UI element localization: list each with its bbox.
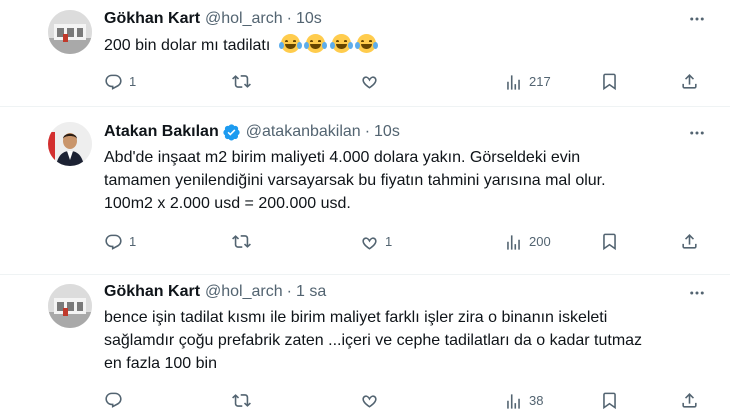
timestamp[interactable]: 10s [296, 9, 322, 29]
tweet-header: Atakan Bakılan @atakanbakilan · 10s [104, 122, 400, 142]
avatar[interactable] [48, 10, 92, 54]
retweet-button[interactable] [232, 232, 257, 251]
reply-button[interactable]: 1 [104, 232, 136, 252]
more-icon[interactable] [688, 284, 706, 302]
reply-button[interactable] [104, 391, 129, 410]
heart-icon [362, 76, 377, 89]
tweet[interactable]: Gökhan Kart @hol_arch · 10s 200 bin dola… [0, 0, 730, 106]
retweet-icon [232, 75, 251, 88]
display-name[interactable]: Gökhan Kart [104, 282, 200, 302]
more-icon[interactable] [688, 10, 706, 28]
face-with-tears-of-joy-icon [355, 34, 379, 53]
bookmark-icon [603, 73, 616, 91]
separator-dot: · [286, 10, 292, 27]
tweet-text: bence işin tadilat kısmı ile birim maliy… [104, 306, 642, 375]
views-count: 200 [529, 234, 551, 249]
views-icon [507, 393, 520, 409]
share-icon [682, 74, 697, 89]
bookmark-button[interactable] [600, 391, 619, 410]
retweet-icon [232, 235, 251, 248]
avatar[interactable] [48, 284, 92, 328]
views-button[interactable]: 217 [504, 72, 551, 92]
reply-count: 1 [129, 74, 137, 89]
user-handle[interactable]: @hol_arch [205, 282, 283, 302]
retweet-icon [232, 394, 251, 407]
share-icon [682, 393, 697, 408]
user-handle[interactable]: @hol_arch [205, 9, 283, 29]
views-icon [507, 74, 520, 90]
views-count: 217 [529, 74, 551, 89]
share-button[interactable] [680, 232, 699, 251]
heart-icon [362, 236, 377, 250]
share-button[interactable] [680, 72, 699, 91]
tweet-text-line: sağlamdır çoğu prefabrik zaten ...içeri … [104, 332, 643, 349]
tweet-actions: 1 1 200 [104, 232, 704, 252]
face-with-tears-of-joy-icon [329, 34, 353, 53]
like-button[interactable]: 1 [360, 232, 392, 252]
retweet-button[interactable] [232, 72, 257, 91]
views-count: 38 [529, 393, 544, 408]
reply-icon [105, 234, 122, 250]
tweet-header: Gökhan Kart @hol_arch · 10s [104, 9, 322, 29]
views-button[interactable]: 38 [504, 391, 543, 411]
tweet-text-line: en fazla 100 bin [104, 355, 217, 372]
display-name[interactable]: Atakan Bakılan [104, 122, 219, 142]
reply-button[interactable]: 1 [104, 72, 136, 92]
avatar[interactable] [48, 122, 92, 166]
share-button[interactable] [680, 391, 699, 410]
verified-badge-icon[interactable] [222, 123, 241, 142]
face-with-tears-of-joy-icon [278, 34, 302, 53]
tweet-text-line: 200 bin dolar mı tadilatı [104, 37, 271, 54]
user-handle[interactable]: @atakanbakilan [246, 122, 361, 142]
like-button[interactable] [360, 72, 385, 91]
reply-icon [105, 392, 122, 408]
bookmark-icon [603, 392, 616, 410]
tweet[interactable]: Atakan Bakılan @atakanbakilan · 10s Abd'… [0, 106, 730, 274]
tweet[interactable]: Gökhan Kart @hol_arch · 1 sa bence işin … [0, 274, 730, 420]
bookmark-button[interactable] [600, 232, 619, 251]
share-icon [682, 234, 697, 249]
views-button[interactable]: 200 [504, 232, 551, 252]
display-name[interactable]: Gökhan Kart [104, 9, 200, 29]
heart-icon [362, 395, 377, 408]
separator-dot: · [364, 123, 371, 140]
tweet-header: Gökhan Kart @hol_arch · 1 sa [104, 282, 326, 302]
retweet-button[interactable] [232, 391, 257, 410]
like-count: 1 [385, 234, 393, 249]
more-icon[interactable] [688, 124, 706, 142]
face-with-tears-of-joy-icon [304, 34, 328, 53]
separator-dot: · [286, 283, 292, 300]
tweet-text-line: 100m2 x 2.000 usd = 200.000 usd. [104, 195, 351, 212]
tweet-text-line: Abd'de inşaat m2 birim maliyeti 4.000 do… [104, 149, 581, 166]
reply-count: 1 [129, 234, 137, 249]
tweet-text-line: tamamen yenilendiğini varsayarsak bu fiy… [104, 172, 606, 189]
timestamp[interactable]: 1 sa [296, 282, 326, 302]
tweet-text: 200 bin dolar mı tadilatı [104, 34, 379, 57]
tweet-text-line: bence işin tadilat kısmı ile birim maliy… [104, 309, 608, 326]
bookmark-icon [603, 233, 616, 251]
tweet-actions: 38 [104, 391, 704, 411]
tweet-text: Abd'de inşaat m2 birim maliyeti 4.000 do… [104, 146, 606, 215]
bookmark-button[interactable] [600, 72, 619, 91]
like-button[interactable] [360, 391, 385, 410]
reply-icon [105, 74, 122, 90]
tweet-actions: 1 217 [104, 72, 704, 92]
timestamp[interactable]: 10s [374, 122, 400, 142]
views-icon [507, 234, 520, 250]
